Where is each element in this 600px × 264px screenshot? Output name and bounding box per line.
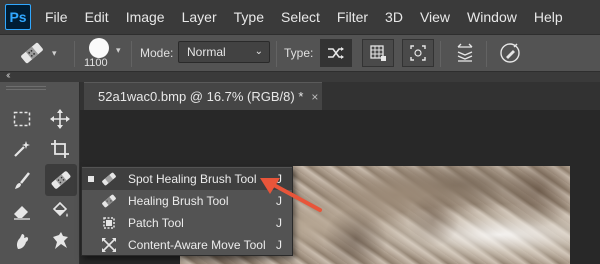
- magic-wand-tool[interactable]: [7, 134, 37, 164]
- collapse-panel-icon[interactable]: ‹‹: [6, 70, 10, 81]
- options-separator: [131, 41, 132, 67]
- flyout-item-label: Healing Brush Tool: [128, 194, 229, 208]
- options-separator: [486, 41, 487, 67]
- selected-bullet-icon: [88, 176, 94, 182]
- tool-preset-chevron-icon[interactable]: ▾: [52, 48, 57, 59]
- brush-icon: [15, 172, 30, 189]
- close-icon[interactable]: ×: [311, 90, 318, 104]
- patch-icon: [100, 215, 118, 231]
- move-tool[interactable]: [45, 104, 75, 134]
- paint-bucket-tool[interactable]: [45, 196, 75, 226]
- menu-select[interactable]: Select: [281, 9, 320, 25]
- magic-wand-icon: [14, 141, 30, 157]
- menu-help[interactable]: Help: [534, 9, 563, 25]
- menu-layer[interactable]: Layer: [182, 9, 217, 25]
- type-proximity-match-button[interactable]: [320, 39, 352, 67]
- move-icon: [50, 109, 70, 129]
- document-tab[interactable]: 52a1wac0.bmp @ 16.7% (RGB/8) * ×: [84, 82, 322, 110]
- type-content-aware-button[interactable]: [402, 39, 434, 67]
- menu-file[interactable]: File: [45, 9, 68, 25]
- options-separator: [276, 41, 277, 67]
- puppet-warp-tool[interactable]: [45, 226, 75, 256]
- paint-bucket-icon: [52, 201, 68, 217]
- flyout-item-label: Content-Aware Move Tool: [128, 238, 266, 252]
- mode-label: Mode:: [140, 46, 174, 60]
- healing-brush-icon: [100, 193, 118, 209]
- spot-healing-brush-tool[interactable]: [45, 164, 77, 196]
- menu-filter[interactable]: Filter: [337, 9, 368, 25]
- pressure-icon: [500, 43, 520, 63]
- flyout-item-content-aware-move[interactable]: Content-Aware Move Tool J: [82, 234, 292, 256]
- tool-preset-picker[interactable]: [18, 40, 46, 71]
- chevron-down-icon: ⌄: [254, 46, 263, 57]
- menu-edit[interactable]: Edit: [85, 9, 109, 25]
- type-label: Type:: [284, 46, 314, 60]
- smudge-tool[interactable]: [7, 226, 37, 256]
- create-texture-icon: [370, 45, 386, 61]
- menu-type[interactable]: Type: [234, 9, 264, 25]
- menu-view[interactable]: View: [420, 9, 450, 25]
- photoshop-logo[interactable]: Ps: [5, 4, 31, 30]
- smudge-icon: [16, 234, 29, 249]
- spot-healing-brush-preset-icon: [21, 42, 43, 64]
- menu-3d[interactable]: 3D: [385, 9, 403, 25]
- spot-healing-brush-icon: [51, 171, 71, 189]
- type-create-texture-button[interactable]: [362, 39, 394, 67]
- annotation-arrow-icon: [260, 178, 322, 212]
- eraser-icon: [14, 206, 30, 220]
- sample-all-layers-icon: [457, 43, 473, 62]
- eraser-tool[interactable]: [7, 196, 37, 226]
- content-aware-icon: [410, 45, 426, 61]
- panel-collapse-strip: ‹‹: [0, 70, 600, 82]
- pressure-size-button[interactable]: [495, 39, 525, 67]
- document-tab-bar: 52a1wac0.bmp @ 16.7% (RGB/8) * ×: [80, 82, 600, 110]
- sample-all-layers-button[interactable]: [450, 39, 480, 67]
- brush-preview-icon[interactable]: [89, 38, 109, 58]
- rectangular-marquee-icon: [13, 111, 31, 127]
- menu-window[interactable]: Window: [467, 9, 517, 25]
- flyout-item-label: Spot Healing Brush Tool: [128, 172, 257, 186]
- crop-tool[interactable]: [45, 134, 75, 164]
- spot-healing-brush-icon: [100, 171, 118, 187]
- toolbar-grip[interactable]: [6, 86, 46, 92]
- mode-select[interactable]: Normal ⌄: [178, 41, 270, 63]
- content-aware-move-icon: [100, 237, 118, 253]
- options-bar: ▾ ▾ 1100 Mode: Normal ⌄ Type:: [0, 34, 600, 72]
- menu-image[interactable]: Image: [126, 9, 165, 25]
- flyout-item-label: Patch Tool: [128, 216, 184, 230]
- menu-items: File Edit Image Layer Type Select Filter…: [45, 9, 580, 25]
- options-separator: [74, 41, 75, 67]
- brush-size-value: 1100: [84, 57, 108, 69]
- proximity-match-icon: [328, 47, 344, 59]
- document-title: 52a1wac0.bmp @ 16.7% (RGB/8) *: [98, 89, 304, 104]
- marquee-tool[interactable]: [7, 104, 37, 134]
- options-separator: [440, 41, 441, 67]
- puppet-icon: [53, 232, 68, 249]
- mode-value: Normal: [187, 45, 226, 59]
- flyout-item-shortcut: J: [276, 216, 282, 230]
- crop-icon: [51, 140, 69, 158]
- tools-panel: [0, 82, 80, 264]
- brush-tool[interactable]: [7, 166, 37, 196]
- brush-picker-chevron-icon[interactable]: ▾: [116, 45, 121, 56]
- flyout-item-shortcut: J: [276, 238, 282, 252]
- menu-bar: Ps File Edit Image Layer Type Select Fil…: [0, 0, 600, 34]
